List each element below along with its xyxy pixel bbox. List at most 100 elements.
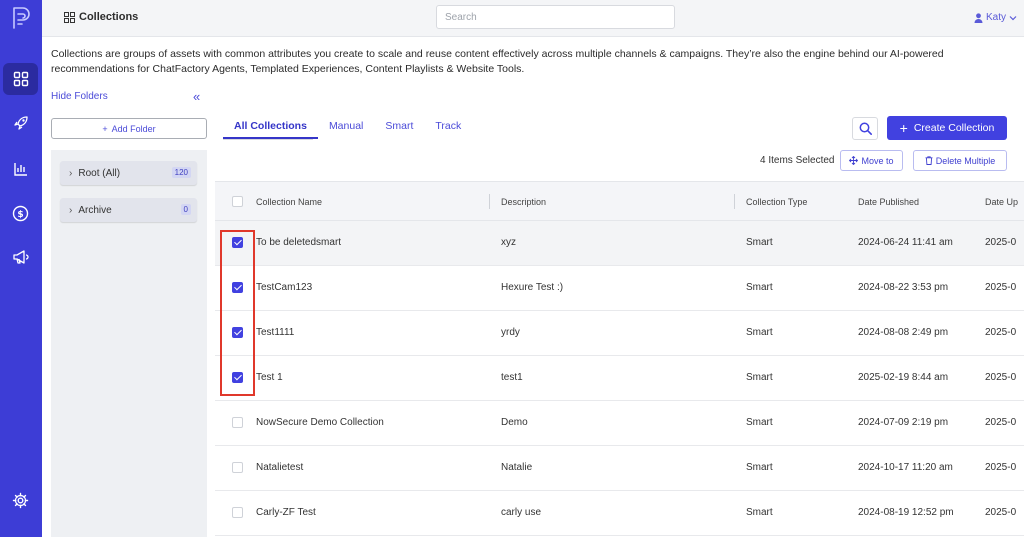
cell-date-published: 2024-10-17 11:20 am [858,462,953,473]
selected-count-text: 4 Items Selected [760,155,835,166]
search-toggle-button[interactable] [852,117,878,140]
tab-manual[interactable]: Manual [318,119,374,139]
nav-dashboard[interactable] [3,63,38,95]
cell-description: Demo [501,417,528,428]
cell-date-updated: 2025-0 [985,462,1017,473]
cell-description: Natalie [501,462,533,473]
create-collection-button[interactable]: + Create Collection [887,116,1007,140]
analytics-icon [13,163,27,176]
folder-archive[interactable]: › Archive 0 [60,198,197,222]
row-checkbox[interactable] [232,417,243,428]
cell-collection-type: Smart [746,462,773,473]
move-icon [849,156,859,165]
row-checkbox[interactable] [232,237,243,248]
nav-campaigns[interactable] [3,241,38,273]
cell-collection-type: Smart [746,327,773,338]
delete-multiple-button[interactable]: Delete Multiple [913,150,1007,171]
folder-label: Root (All) [78,167,121,179]
create-collection-label: Create Collection [913,122,995,134]
cell-collection-type: Smart [746,507,773,518]
folder-list: › Root (All) 120 › Archive 0 [51,150,207,537]
hide-folders-link[interactable]: Hide Folders [51,91,108,102]
add-folder-label: Add Folder [111,123,156,134]
user-menu[interactable]: Katy [974,12,1017,23]
plus-icon: + [102,123,108,134]
plus-icon: + [899,120,908,136]
collections-table: Collection Name Description Collection T… [215,181,1024,537]
cell-date-published: 2025-02-19 8:44 am [858,372,949,383]
cell-collection-type: Smart [746,237,773,248]
table-row[interactable]: To be deletedsmart xyz Smart 2024-06-24 11:… [215,221,1024,266]
table-row[interactable]: Natalietest Natalie Smart 2024-10-17 11:20 … [215,446,1024,491]
column-header-date-published[interactable]: Date Published [858,197,919,207]
tab-all-collections[interactable]: All Collections [223,119,318,139]
column-header-name[interactable]: Collection Name [256,197,322,207]
tab-track[interactable]: Track [424,119,472,139]
row-checkbox[interactable] [232,327,243,338]
table-header: Collection Name Description Collection T… [215,181,1024,221]
cell-collection-name: Test1111 [256,327,295,338]
move-to-button[interactable]: Move to [840,150,903,171]
folder-count: 0 [180,204,191,215]
search-icon [859,122,872,135]
cell-collection-name: TestCam123 [256,282,313,293]
cell-date-published: 2024-07-09 2:19 pm [858,417,949,428]
table-row[interactable]: Test 1 test1 Smart 2025-02-19 8:44 am 2025-0 [215,356,1024,401]
nav-analytics[interactable] [3,153,38,185]
column-header-type[interactable]: Collection Type [746,197,807,207]
cell-description: Hexure Test :) [501,282,564,293]
chevron-right-icon: › [69,204,73,216]
page-title: Collections [64,11,138,23]
folder-root[interactable]: › Root (All) 120 [60,161,197,185]
table-row[interactable]: Test1111 yrdy Smart 2024-08-08 2:49 pm 2025-… [215,311,1024,356]
cell-collection-type: Smart [746,372,773,383]
chevron-down-icon [1009,15,1017,20]
folder-count: 120 [171,167,191,178]
folder-label: Archive [78,204,112,216]
user-icon [974,12,983,23]
grid-icon [64,11,75,23]
row-checkbox[interactable] [232,462,243,473]
collection-tabs: All Collections Manual Smart Track [223,119,472,139]
collapse-chevron-icon[interactable]: « [193,89,200,104]
cell-date-published: 2024-06-24 11:41 am [858,237,953,248]
row-checkbox[interactable] [232,282,243,293]
cell-collection-type: Smart [746,282,773,293]
cell-date-published: 2024-08-19 12:52 pm [858,507,954,518]
nav-launch[interactable] [3,107,38,139]
nav-settings[interactable] [3,484,38,516]
cell-date-updated: 2025-0 [985,417,1017,428]
cell-description: test1 [501,372,523,383]
app-logo [13,7,30,29]
settings-icon [12,492,29,508]
user-name: Katy [986,12,1007,23]
dollar-icon: $ [12,205,29,221]
cell-date-updated: 2025-0 [985,372,1017,383]
search-input[interactable] [436,5,675,29]
cell-description: xyz [501,237,516,248]
delete-multiple-label: Delete Multiple [935,155,996,166]
move-to-label: Move to [861,155,894,166]
row-checkbox[interactable] [232,372,243,383]
cell-collection-name: NowSecure Demo Collection [256,417,384,428]
tab-underline-divider [223,139,313,140]
column-divider [489,194,490,209]
column-header-date-updated[interactable]: Date Up [985,197,1018,207]
table-row[interactable]: Carly-ZF Test carly use Smart 2024-08-19 12… [215,491,1024,536]
column-divider [734,194,735,209]
select-all-checkbox[interactable] [232,196,243,207]
tab-smart[interactable]: Smart [374,119,424,139]
cell-date-published: 2024-08-08 2:49 pm [858,327,949,338]
row-checkbox[interactable] [232,507,243,518]
add-folder-button[interactable]: + Add Folder [51,118,207,139]
cell-date-updated: 2025-0 [985,237,1017,248]
table-row[interactable]: NowSecure Demo Collection Demo Smart 2024-0… [215,401,1024,446]
column-header-description[interactable]: Description [501,197,546,207]
cell-collection-name: Natalietest [256,462,304,473]
trash-icon [925,156,933,165]
cell-date-published: 2024-08-22 3:53 pm [858,282,949,293]
cell-collection-type: Smart [746,417,773,428]
left-nav-rail: $ [0,0,42,537]
nav-revenue[interactable]: $ [3,197,38,229]
table-row[interactable]: TestCam123 Hexure Test :) Smart 2024-08-22 … [215,266,1024,311]
